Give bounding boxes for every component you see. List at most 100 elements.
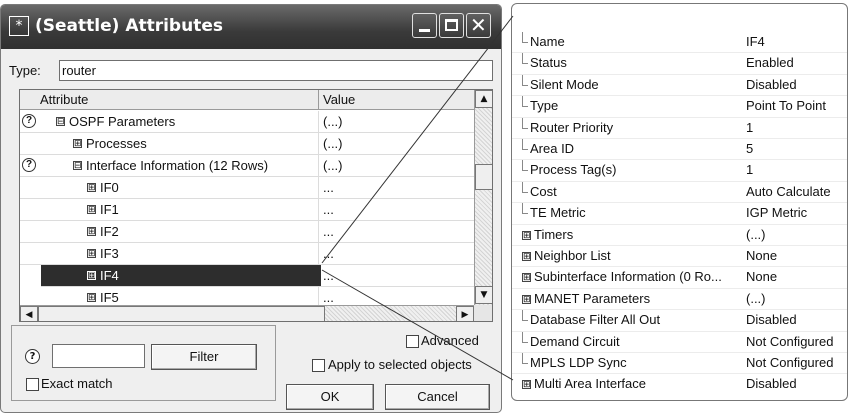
row-value[interactable]: ...	[323, 180, 334, 195]
minimize-button[interactable]	[412, 13, 437, 38]
row-value[interactable]: (...)	[323, 114, 343, 129]
grid-row[interactable]: ⊞ IF3 ...	[20, 243, 474, 265]
type-field[interactable]: router	[59, 60, 493, 81]
property-value[interactable]: None	[746, 269, 777, 284]
property-value[interactable]: Auto Calculate	[746, 184, 831, 199]
property-value[interactable]: Enabled	[746, 55, 794, 70]
row-value[interactable]: ...	[323, 224, 334, 239]
property-value[interactable]: Disabled	[746, 77, 797, 92]
property-row[interactable]: Silent Mode Disabled	[512, 74, 847, 97]
property-value[interactable]: 1	[746, 120, 753, 135]
expand-icon[interactable]: ⊞	[522, 294, 531, 304]
property-row[interactable]: Process Tag(s) 1	[512, 160, 847, 182]
row-value[interactable]: ...	[323, 290, 334, 305]
filter-input[interactable]	[52, 344, 145, 368]
advanced-label[interactable]: Advanced	[421, 333, 479, 348]
attribute-grid: Attribute Value ? ⊟ OSPF Parameters (...…	[19, 89, 493, 322]
scroll-up-button[interactable]: ▲	[475, 90, 492, 108]
value-column-header[interactable]: Value	[323, 92, 355, 107]
property-row[interactable]: Type Point To Point	[512, 96, 847, 118]
close-button[interactable]: ✕	[466, 13, 491, 38]
property-value[interactable]: (...)	[746, 227, 766, 242]
property-row[interactable]: ⊞ Subinterface Information (0 Ro... None	[512, 267, 847, 289]
property-value[interactable]: Disabled	[746, 312, 797, 327]
horizontal-scroll-thumb[interactable]	[38, 306, 325, 321]
grid-row-value-cell[interactable]: ...	[321, 265, 474, 287]
property-row[interactable]: ⊞ Multi Area Interface Disabled	[512, 374, 847, 395]
property-value[interactable]: None	[746, 248, 777, 263]
apply-to-selected-checkbox[interactable]	[312, 359, 325, 372]
property-value[interactable]: Disabled	[746, 376, 797, 391]
maximize-icon	[445, 19, 458, 31]
exact-match-label[interactable]: Exact match	[41, 376, 113, 391]
property-row[interactable]: MPLS LDP Sync Not Configured	[512, 353, 847, 375]
row-value[interactable]: (...)	[323, 158, 343, 173]
property-row[interactable]: Cost Auto Calculate	[512, 181, 847, 204]
row-value[interactable]: ...	[323, 202, 334, 217]
property-row[interactable]: Status Enabled	[512, 53, 847, 75]
property-row[interactable]: Name IF4	[512, 32, 847, 54]
vertical-scrollbar[interactable]: ▲ ▼	[474, 90, 492, 305]
collapse-icon[interactable]: ⊟	[73, 161, 82, 170]
property-row[interactable]: Database Filter All Out Disabled	[512, 310, 847, 332]
horizontal-scrollbar[interactable]: ◀ ▶	[20, 305, 474, 321]
property-value[interactable]: IGP Metric	[746, 205, 807, 220]
attribute-column-header[interactable]: Attribute	[40, 92, 88, 107]
ok-button[interactable]: OK	[286, 384, 374, 410]
grid-row[interactable]: ⊞ Processes (...)	[20, 133, 474, 155]
expand-icon[interactable]: ⊞	[87, 227, 96, 236]
property-value[interactable]: Not Configured	[746, 355, 833, 370]
property-value[interactable]: (...)	[746, 291, 766, 306]
help-icon[interactable]: ?	[22, 158, 36, 172]
expand-icon[interactable]: ⊞	[522, 273, 531, 283]
property-row[interactable]: Area ID 5	[512, 139, 847, 161]
row-label: Interface Information (12 Rows)	[86, 158, 269, 173]
scroll-right-button[interactable]: ▶	[456, 306, 474, 321]
property-value[interactable]: IF4	[746, 34, 765, 49]
scroll-left-button[interactable]: ◀	[20, 306, 38, 321]
advanced-checkbox[interactable]	[406, 335, 419, 348]
row-value[interactable]: (...)	[323, 136, 343, 151]
expand-icon[interactable]: ⊞	[87, 205, 96, 214]
property-value[interactable]: Point To Point	[746, 98, 826, 113]
cancel-button[interactable]: Cancel	[385, 384, 490, 410]
property-value[interactable]: 5	[746, 141, 753, 156]
expand-icon[interactable]: ⊞	[73, 139, 82, 148]
expand-icon[interactable]: ⊞	[522, 252, 531, 261]
row-value[interactable]: ...	[323, 246, 334, 261]
scroll-down-button[interactable]: ▼	[475, 286, 492, 304]
expand-icon[interactable]: ⊞	[87, 249, 96, 258]
property-name: Timers	[534, 226, 574, 242]
property-row[interactable]: Demand Circuit Not Configured	[512, 331, 847, 353]
column-divider[interactable]	[318, 90, 319, 110]
property-value[interactable]: 1	[746, 162, 753, 177]
apply-to-selected-label[interactable]: Apply to selected objects	[328, 357, 472, 372]
expand-icon[interactable]: ⊞	[522, 380, 531, 390]
expand-icon[interactable]: ⊞	[87, 293, 96, 302]
property-row[interactable]: Router Priority 1	[512, 117, 847, 139]
grid-row[interactable]: ⊞ IF1 ...	[20, 199, 474, 221]
property-row[interactable]: ⊞ MANET Parameters (...)	[512, 289, 847, 311]
vertical-scroll-thumb[interactable]	[475, 164, 492, 190]
property-row[interactable]: TE Metric IGP Metric	[512, 203, 847, 225]
grid-row[interactable]: ? ⊟ OSPF Parameters (...)	[20, 111, 474, 133]
expand-icon[interactable]: ⊞	[87, 183, 96, 192]
maximize-button[interactable]	[439, 13, 464, 38]
grid-row-selected[interactable]: ⊞ IF4	[41, 265, 321, 287]
filter-button[interactable]: Filter	[151, 344, 257, 370]
property-row[interactable]: ⊞ Timers (...)	[512, 225, 847, 246]
row-value[interactable]: ...	[323, 268, 334, 283]
collapse-icon[interactable]: ⊟	[56, 117, 65, 126]
help-icon[interactable]: ?	[22, 114, 36, 128]
title-bar[interactable]: * (Seattle) Attributes ✕	[1, 5, 501, 49]
help-icon[interactable]: ?	[25, 349, 40, 364]
row-label: OSPF Parameters	[69, 114, 176, 129]
exact-match-checkbox[interactable]	[26, 378, 39, 391]
property-value[interactable]: Not Configured	[746, 334, 833, 349]
grid-row[interactable]: ? ⊟ Interface Information (12 Rows) (...…	[20, 155, 474, 177]
expand-icon[interactable]: ⊞	[87, 271, 96, 280]
grid-row[interactable]: ⊞ IF2 ...	[20, 221, 474, 243]
grid-row[interactable]: ⊞ IF0 ...	[20, 177, 474, 199]
property-row[interactable]: ⊞ Neighbor List None	[512, 246, 847, 268]
expand-icon[interactable]: ⊞	[522, 230, 531, 240]
